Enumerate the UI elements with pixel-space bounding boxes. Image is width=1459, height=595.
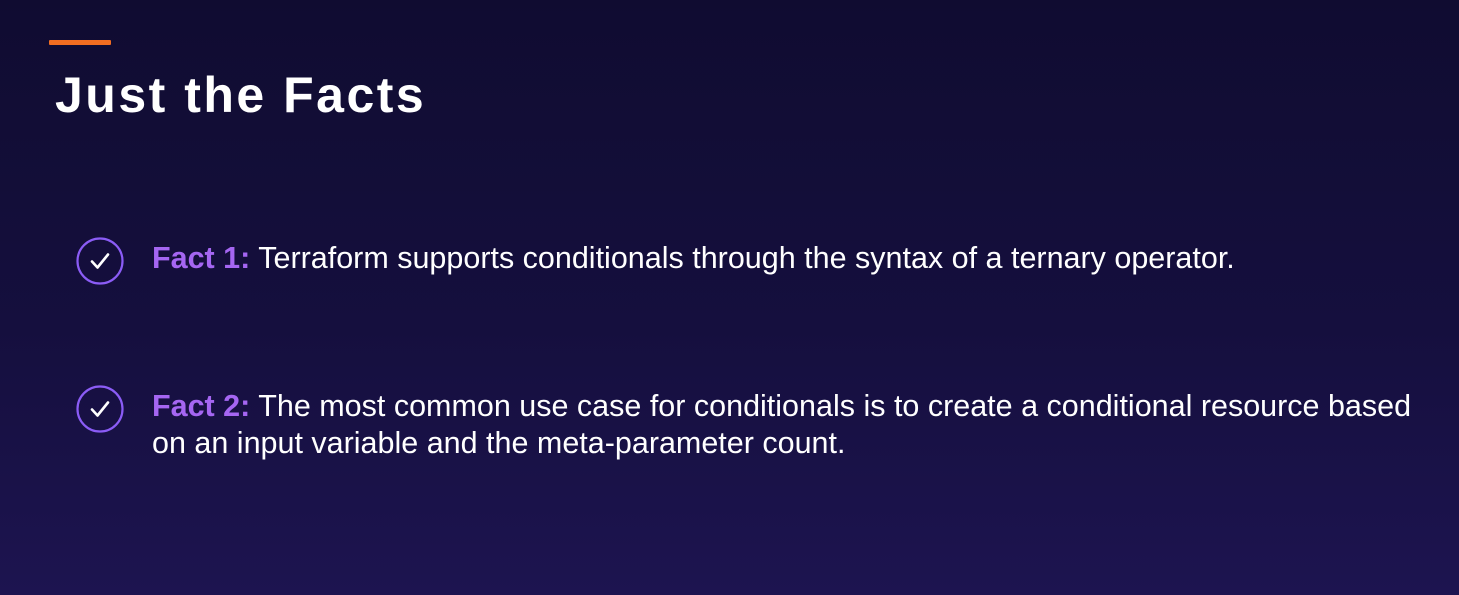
check-circle-icon: [76, 237, 124, 285]
slide: Just the Facts Fact 1: Terraform support…: [0, 0, 1459, 595]
fact-label: Fact 2:: [152, 389, 251, 423]
fact-text: Fact 2: The most common use case for con…: [152, 388, 1412, 462]
title-accent-bar: [49, 40, 111, 45]
slide-title: Just the Facts: [55, 67, 427, 123]
fact-body: The most common use case for conditional…: [152, 389, 1412, 460]
check-circle-icon: [76, 385, 124, 433]
fact-text: Fact 1: Terraform supports conditionals …: [152, 240, 1412, 277]
fact-body: Terraform supports conditionals through …: [258, 241, 1235, 275]
fact-label: Fact 1:: [152, 241, 251, 275]
